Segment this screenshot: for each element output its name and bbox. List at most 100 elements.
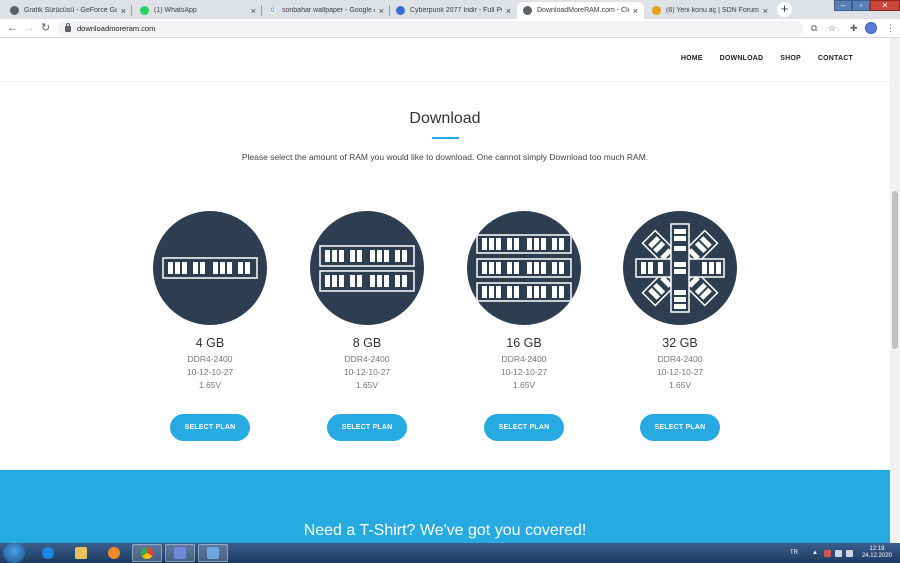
tab-title: Cyberpunk 2077 İndir - Full PC T	[410, 7, 502, 14]
file-explorer-icon[interactable]	[66, 544, 96, 562]
select-plan-button[interactable]: SELECT PLAN	[484, 414, 564, 441]
new-tab-button[interactable]: +	[777, 2, 792, 17]
browser-tab[interactable]: (1) WhatsApp ×	[134, 2, 262, 19]
windows-taskbar: TR ▲ 12:19 24.12.2020	[0, 543, 900, 563]
control-panel-icon[interactable]	[198, 544, 228, 562]
plan-voltage: 1.65V	[512, 380, 536, 390]
close-window-icon[interactable]: ✕	[870, 0, 900, 11]
sdn-icon	[652, 6, 661, 15]
tab-title: DownloadMoreRAM.com - Cloud	[537, 7, 629, 14]
site-icon	[396, 6, 405, 15]
plan-card-8gb: 8 GB DDR4-2400 10-12-10-27 1.65V SELECT …	[310, 211, 424, 441]
translate-icon[interactable]: ⧉	[811, 22, 817, 35]
url-text[interactable]: downloadmoreram.com	[77, 24, 155, 33]
plan-size: 32 GB	[662, 336, 698, 350]
close-tab-icon[interactable]: ×	[763, 6, 768, 16]
main-nav: HOME DOWNLOAD SHOP CONTACT	[664, 55, 853, 62]
browser-tab-active[interactable]: DownloadMoreRAM.com - Cloud ×	[517, 2, 644, 19]
maximize-icon[interactable]: ▫	[852, 0, 870, 11]
plan-timings: 10-12-10-27	[500, 367, 548, 377]
browser-tab[interactable]: Grafik Sürücüsü - GeForce Game ×	[4, 2, 132, 19]
browser-tab[interactable]: (6) Yeni konu aç | SDN Forum ×	[646, 2, 774, 19]
clock-date: 24.12.2020	[861, 553, 892, 559]
section-title: Download	[409, 110, 481, 127]
plan-ram-type: DDR4-2400	[344, 354, 390, 364]
network-icon[interactable]	[834, 549, 842, 557]
globe-icon	[523, 6, 532, 15]
ram-icon	[310, 211, 424, 325]
clock-time: 12:19	[869, 546, 885, 552]
back-icon[interactable]: ←	[7, 21, 18, 35]
ram-icon	[153, 211, 267, 325]
extensions-icon[interactable]: ✚	[850, 22, 858, 35]
forward-icon[interactable]: →	[24, 21, 35, 35]
volume-icon[interactable]	[845, 549, 853, 557]
tab-title: (6) Yeni konu aç | SDN Forum	[666, 7, 759, 14]
select-plan-button[interactable]: SELECT PLAN	[640, 414, 720, 441]
language-indicator[interactable]: TR	[790, 550, 798, 556]
browser-tab[interactable]: Cyberpunk 2077 İndir - Full PC T ×	[390, 2, 517, 19]
action-center-flag-icon[interactable]	[823, 549, 831, 557]
plan-voltage: 1.65V	[198, 380, 222, 390]
system-tray: TR ▲ 12:19 24.12.2020	[790, 545, 892, 561]
close-tab-icon[interactable]: ×	[633, 6, 638, 16]
window-controls: – ▫ ✕	[834, 0, 900, 11]
plan-card-4gb: 4 GB DDR4-2400 10-12-10-27 1.65V SELECT …	[153, 211, 267, 441]
ram-icon	[467, 211, 581, 325]
internet-explorer-icon[interactable]	[33, 544, 63, 562]
google-icon: G	[268, 6, 277, 15]
close-tab-icon[interactable]: ×	[506, 6, 511, 16]
plan-card-32gb: 32 GB DDR4-2400 10-12-10-27 1.65V SELECT…	[623, 211, 737, 441]
chrome-icon[interactable]	[132, 544, 162, 562]
title-underline	[432, 137, 459, 139]
bookmark-star-icon[interactable]: ☆	[828, 22, 836, 35]
plan-timings: 10-12-10-27	[656, 367, 704, 377]
show-hidden-icons-icon[interactable]: ▲	[812, 550, 818, 556]
plan-timings: 10-12-10-27	[186, 367, 234, 377]
menu-kebab-icon[interactable]: ⋮	[886, 22, 895, 35]
plan-ram-type: DDR4-2400	[501, 354, 547, 364]
nav-download[interactable]: DOWNLOAD	[720, 55, 764, 62]
page-scrollbar[interactable]	[890, 38, 900, 543]
plan-specs: DDR4-2400 10-12-10-27 1.65V	[467, 353, 581, 392]
close-tab-icon[interactable]: ×	[121, 6, 126, 16]
lock-icon[interactable]	[65, 22, 71, 32]
nav-shop[interactable]: SHOP	[780, 55, 801, 62]
ram-icon	[623, 211, 737, 325]
close-tab-icon[interactable]: ×	[379, 6, 384, 16]
plan-timings: 10-12-10-27	[343, 367, 391, 377]
section-subtitle: Please select the amount of RAM you woul…	[241, 152, 649, 162]
plan-ram-type: DDR4-2400	[657, 354, 703, 364]
nav-home[interactable]: HOME	[681, 55, 703, 62]
banner-heading: Need a T-Shirt? We've got you covered!	[303, 522, 587, 539]
tab-title: sonbahar wallpaper - Google Ara	[282, 7, 375, 14]
globe-icon	[10, 6, 19, 15]
nav-contact[interactable]: CONTACT	[818, 55, 853, 62]
plan-size: 16 GB	[506, 336, 542, 350]
taskbar-clock[interactable]: 12:19 24.12.2020	[862, 546, 892, 560]
tab-strip: Grafik Sürücüsü - GeForce Game × (1) Wha…	[0, 0, 900, 19]
whatsapp-icon	[140, 6, 149, 15]
browser-toolbar: ← → ↻ downloadmoreram.com ⧉ ☆ ✚ ⋮	[0, 19, 900, 38]
plan-ram-type: DDR4-2400	[187, 354, 233, 364]
tshirt-banner: Need a T-Shirt? We've got you covered!	[0, 470, 890, 543]
close-tab-icon[interactable]: ×	[251, 6, 256, 16]
select-plan-button[interactable]: SELECT PLAN	[327, 414, 407, 441]
plan-card-16gb: 16 GB DDR4-2400 10-12-10-27 1.65V SELECT…	[467, 211, 581, 441]
site-header: HOME DOWNLOAD SHOP CONTACT	[0, 38, 890, 82]
discord-icon[interactable]	[165, 544, 195, 562]
minimize-icon[interactable]: –	[834, 0, 852, 11]
plan-voltage: 1.65V	[355, 380, 379, 390]
browser-tab[interactable]: G sonbahar wallpaper - Google Ara ×	[262, 2, 390, 19]
scroll-thumb[interactable]	[892, 191, 898, 349]
plan-voltage: 1.65V	[668, 380, 692, 390]
plan-specs: DDR4-2400 10-12-10-27 1.65V	[623, 353, 737, 392]
profile-avatar[interactable]	[865, 22, 877, 34]
start-button[interactable]	[3, 543, 25, 563]
plan-specs: DDR4-2400 10-12-10-27 1.65V	[310, 353, 424, 392]
reload-icon[interactable]: ↻	[41, 21, 50, 35]
media-player-icon[interactable]	[99, 544, 129, 562]
select-plan-button[interactable]: SELECT PLAN	[170, 414, 250, 441]
plan-specs: DDR4-2400 10-12-10-27 1.65V	[153, 353, 267, 392]
address-bar[interactable]: downloadmoreram.com	[58, 21, 803, 36]
